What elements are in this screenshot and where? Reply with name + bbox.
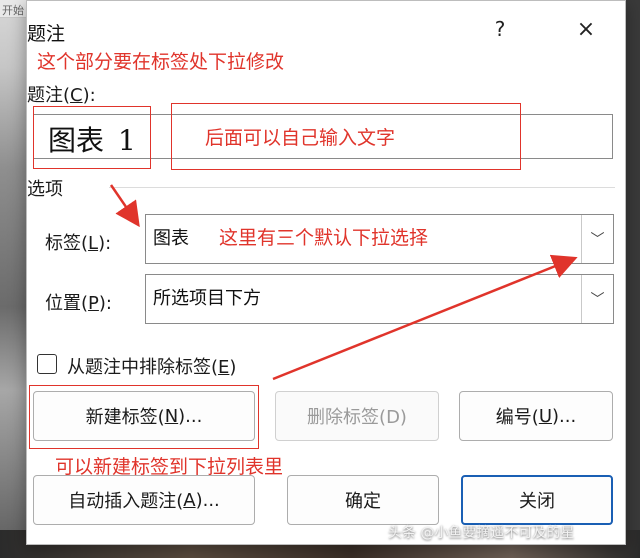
background-artwork-left: 开始 工 (0, 0, 28, 558)
caption-dialog: 题注 ? × 题注(C): 图表 1 选项 标签(L): 图表 ﹀ 位置(P): … (26, 0, 626, 545)
watermark-text: 头条 @小鱼要摘遥不可及的星 (388, 525, 575, 541)
background-app-tab: 开始 工 (0, 0, 28, 18)
annotation-arrow-to-label (109, 184, 140, 228)
annotation-arrows (109, 184, 578, 381)
annotation-arrow-to-dropdown (272, 254, 578, 381)
